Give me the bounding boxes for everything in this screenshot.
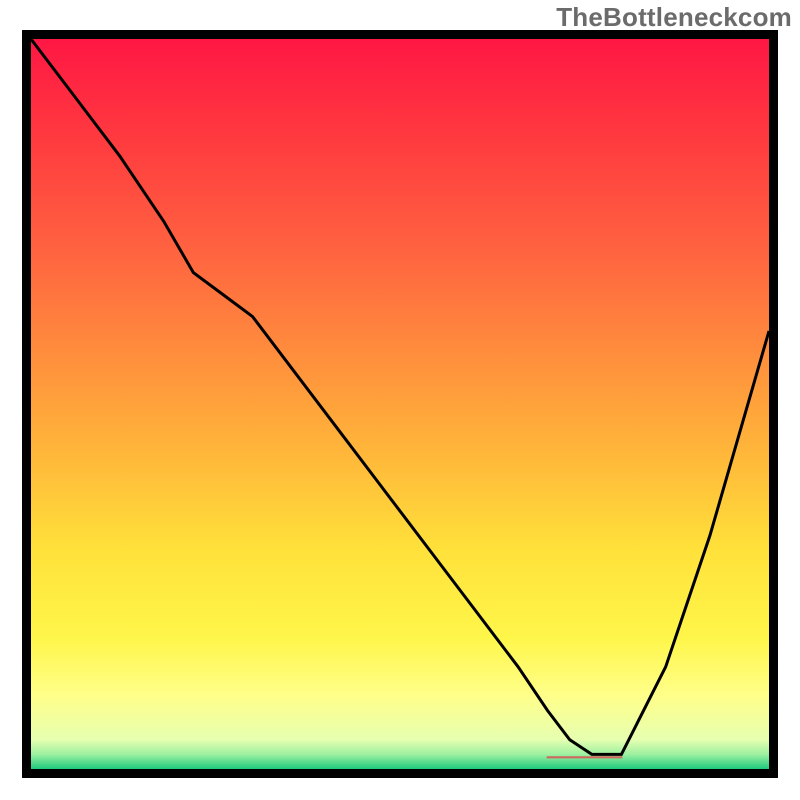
watermark-text: TheBottleneckcom [556,2,792,33]
plot-frame [22,30,778,778]
bottleneck-chart-svg [31,39,769,769]
figure-root: TheBottleneckcom [0,0,800,800]
plot-area [31,39,769,769]
gradient-background [31,39,769,769]
